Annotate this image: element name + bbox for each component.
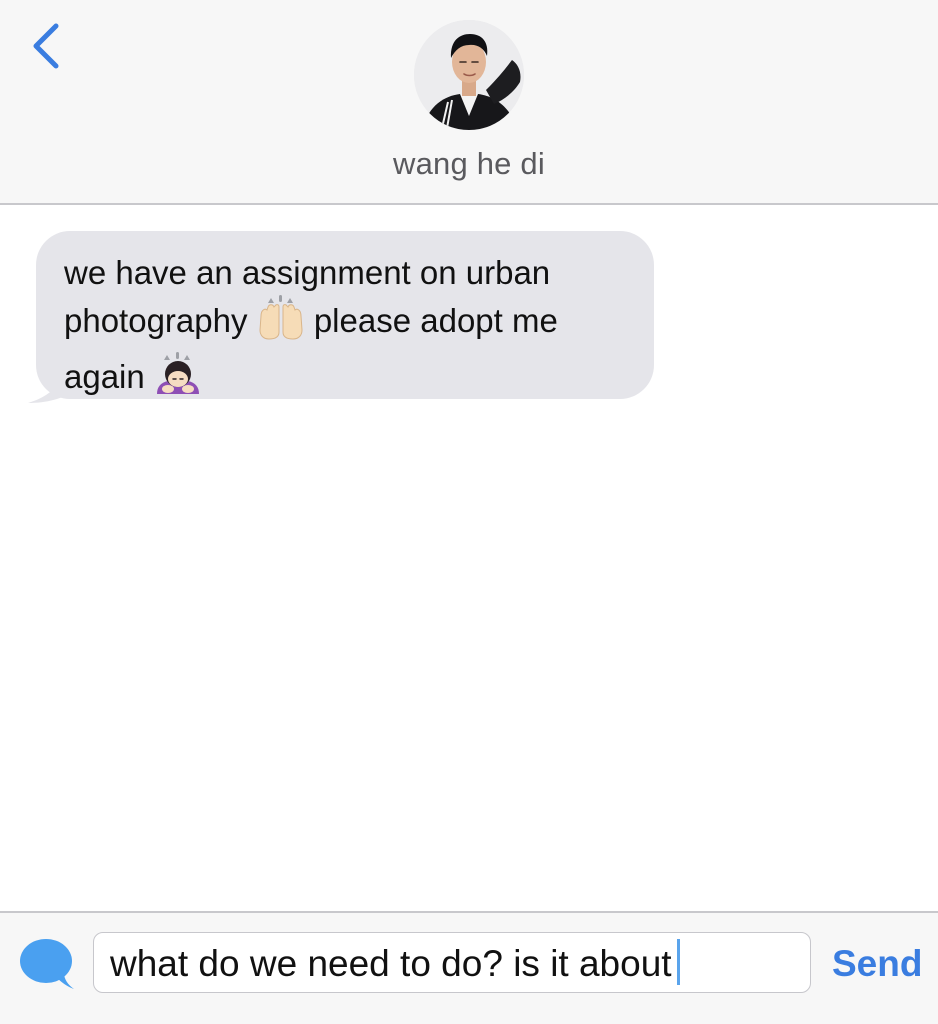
conversation-header: wang he di [0, 0, 938, 205]
back-button[interactable] [22, 18, 72, 78]
chat-bubble-icon[interactable] [18, 937, 78, 993]
incoming-message[interactable]: we have an assignment on urban photograp… [24, 231, 664, 407]
send-button[interactable]: Send [832, 943, 922, 985]
message-input[interactable]: what do we need to do? is it about [93, 932, 811, 993]
avatar-photo [414, 20, 524, 130]
raising-hands-icon [257, 294, 305, 350]
contact-avatar[interactable] [414, 20, 524, 130]
messages-screen: wang he di we have an assignment on urba… [0, 0, 938, 1024]
person-bowing-icon [154, 350, 202, 406]
message-list[interactable]: we have an assignment on urban photograp… [0, 205, 938, 911]
message-input-text: what do we need to do? is it about [110, 943, 672, 984]
contact-name[interactable]: wang he di [0, 146, 938, 182]
text-caret [676, 939, 680, 985]
chevron-left-icon [33, 23, 59, 69]
compose-bar: what do we need to do? is it about Send [0, 911, 938, 1024]
message-bubble: we have an assignment on urban photograp… [36, 231, 654, 399]
